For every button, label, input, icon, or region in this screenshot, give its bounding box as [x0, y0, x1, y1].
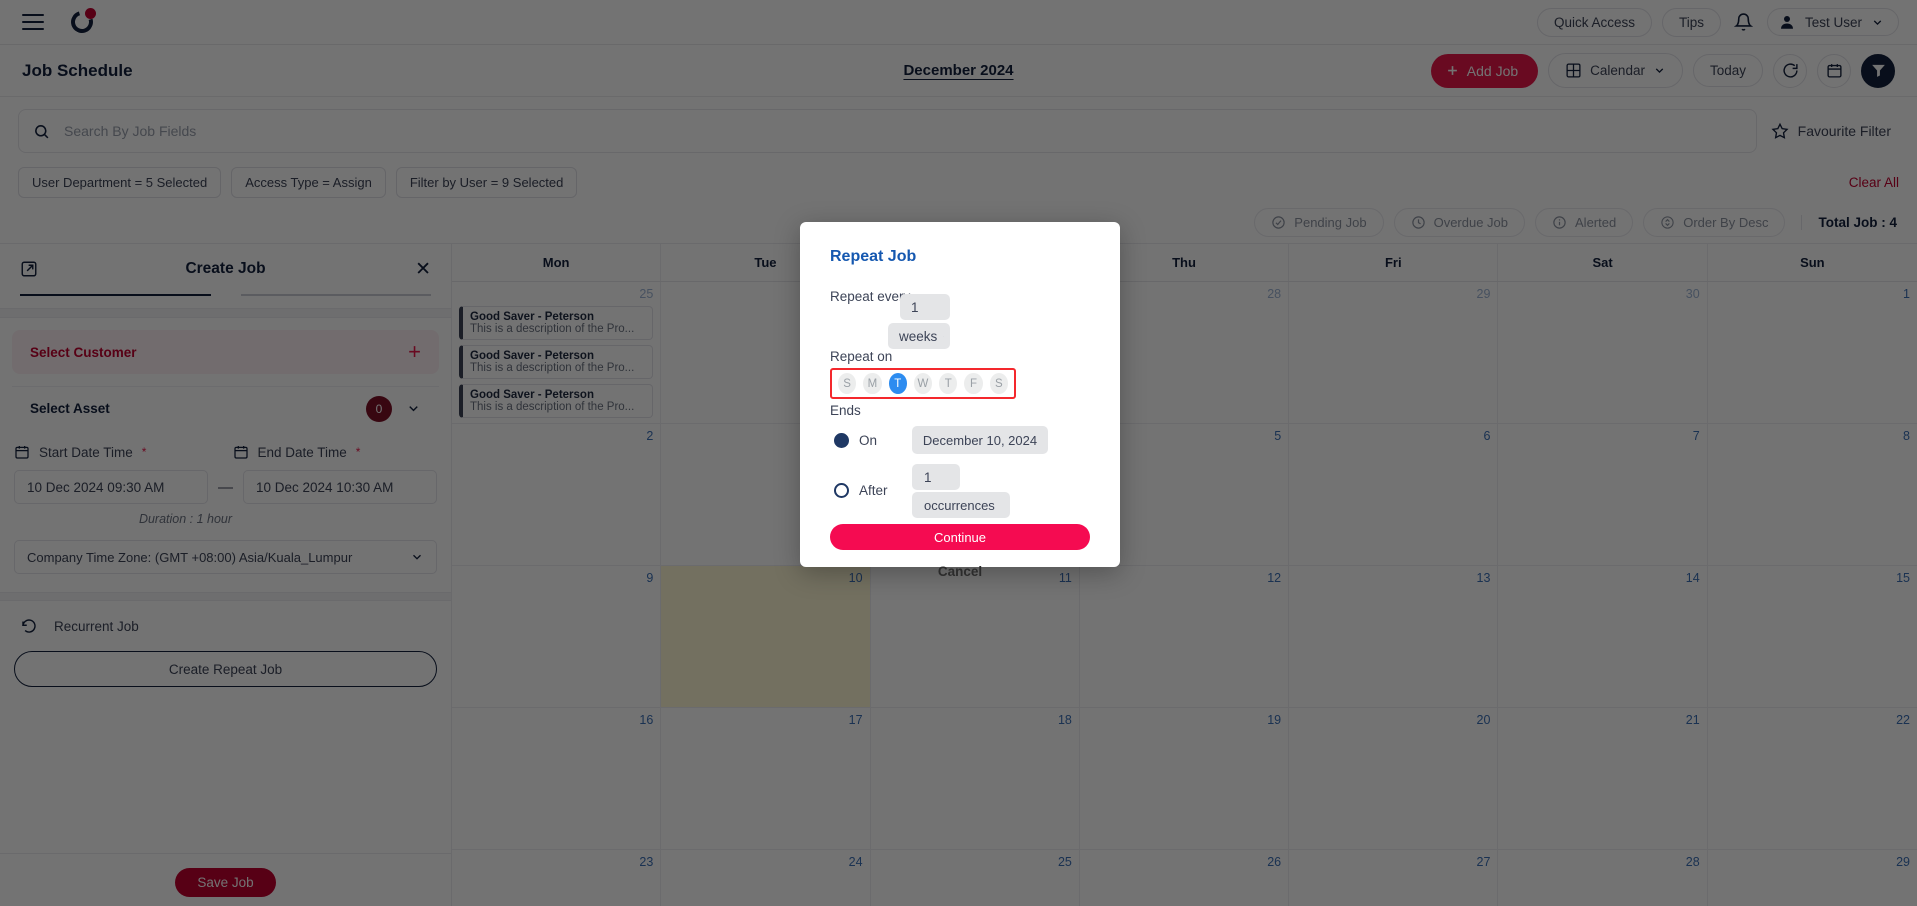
weekday-friday[interactable]: F	[964, 373, 983, 394]
cancel-button[interactable]: Cancel	[830, 564, 1090, 579]
repeat-job-modal: Repeat Job Repeat every 1 weeks Repeat o…	[800, 222, 1120, 579]
weekday-saturday[interactable]: S	[989, 373, 1008, 394]
repeat-interval-input[interactable]: 1	[900, 294, 950, 320]
modal-title: Repeat Job	[830, 248, 917, 265]
frequency-select[interactable]: weeks	[888, 323, 950, 349]
app-root: Quick Access Tips Test User	[0, 0, 1917, 906]
weekday-tuesday[interactable]: T	[888, 373, 907, 394]
frequency-value: weeks	[899, 328, 938, 344]
ends-after-label: After	[859, 483, 888, 498]
weekday-thursday[interactable]: T	[939, 373, 958, 394]
ends-label: Ends	[830, 403, 861, 418]
repeat-every-row: Repeat every 1 weeks	[830, 289, 1090, 351]
weekday-wednesday[interactable]: W	[913, 373, 933, 394]
ends-on-radio[interactable]	[834, 433, 849, 448]
chevron-down-icon	[943, 335, 944, 337]
ends-options: On December 10, 2024 After 1 occurrences	[830, 426, 1090, 518]
weekday-sunday[interactable]: S	[838, 373, 857, 394]
ends-after-radio[interactable]	[834, 483, 849, 498]
ends-on-label: On	[859, 433, 878, 448]
occurrences-input[interactable]: 1	[912, 464, 960, 490]
ends-on-option[interactable]: On	[834, 433, 877, 448]
ends-after-option[interactable]: After	[834, 483, 888, 498]
repeat-on-label: Repeat on	[830, 349, 893, 364]
ends-on-date-input[interactable]: December 10, 2024	[912, 426, 1048, 454]
occurrences-unit-label[interactable]: occurrences	[912, 492, 1010, 518]
weekday-picker: SMTWTFS	[830, 368, 1016, 399]
weekday-monday[interactable]: M	[863, 373, 882, 394]
repeat-every-label: Repeat every	[830, 289, 911, 304]
continue-button[interactable]: Continue	[830, 524, 1090, 550]
